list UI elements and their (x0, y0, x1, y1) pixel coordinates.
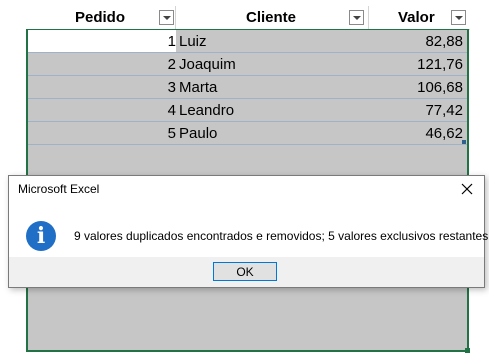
cell-pedido[interactable]: 5 (28, 125, 176, 142)
cell-cliente[interactable]: Paulo (179, 125, 368, 142)
table-row[interactable]: 2 Joaquim 121,76 (28, 53, 467, 76)
column-header-valor[interactable]: Valor (369, 6, 470, 30)
cell-valor[interactable]: 82,88 (369, 33, 463, 50)
dialog-message: 9 valores duplicados encontrados e remov… (74, 229, 489, 243)
cell-pedido[interactable]: 4 (28, 102, 176, 119)
cell-valor[interactable]: 46,62 (369, 125, 463, 142)
cell-pedido[interactable]: 1 (28, 33, 176, 50)
table-resize-handle[interactable] (462, 140, 466, 144)
table-row[interactable]: 4 Leandro 77,42 (28, 99, 467, 122)
fill-handle[interactable] (465, 348, 470, 353)
cell-valor[interactable]: 106,68 (369, 79, 463, 96)
table-row[interactable]: 3 Marta 106,68 (28, 76, 467, 99)
cell-pedido[interactable]: 2 (28, 56, 176, 73)
table-row[interactable]: 1 Luiz 82,88 (28, 30, 467, 53)
close-icon[interactable] (450, 176, 484, 202)
ok-button[interactable]: OK (213, 262, 277, 281)
dialog-titlebar[interactable]: Microsoft Excel (9, 176, 484, 202)
filter-dropdown-cliente-icon[interactable] (349, 10, 364, 25)
cell-cliente[interactable]: Marta (179, 79, 368, 96)
spreadsheet: Pedido Cliente Valor 1 Luiz 82,88 2 Joaq… (0, 0, 489, 359)
column-header-pedido[interactable]: Pedido (27, 6, 176, 30)
cell-valor[interactable]: 77,42 (369, 102, 463, 119)
dialog-content: i 9 valores duplicados encontrados e rem… (9, 202, 489, 257)
column-header-cliente[interactable]: Cliente (176, 6, 369, 30)
cell-pedido[interactable]: 3 (28, 79, 176, 96)
cell-cliente[interactable]: Leandro (179, 102, 368, 119)
info-icon: i (26, 221, 56, 251)
column-header-cliente-label: Cliente (246, 9, 297, 26)
column-header-pedido-label: Pedido (75, 9, 126, 26)
filter-dropdown-valor-icon[interactable] (451, 10, 466, 25)
column-header-valor-label: Valor (398, 9, 435, 26)
cell-valor[interactable]: 121,76 (369, 56, 463, 73)
cell-cliente[interactable]: Joaquim (179, 56, 368, 73)
filter-dropdown-pedido-icon[interactable] (159, 10, 174, 25)
dialog-title: Microsoft Excel (18, 182, 100, 196)
cell-cliente[interactable]: Luiz (179, 33, 368, 50)
message-dialog: Microsoft Excel i 9 valores duplicados e… (8, 175, 489, 288)
table-row[interactable]: 5 Paulo 46,62 (28, 122, 467, 145)
